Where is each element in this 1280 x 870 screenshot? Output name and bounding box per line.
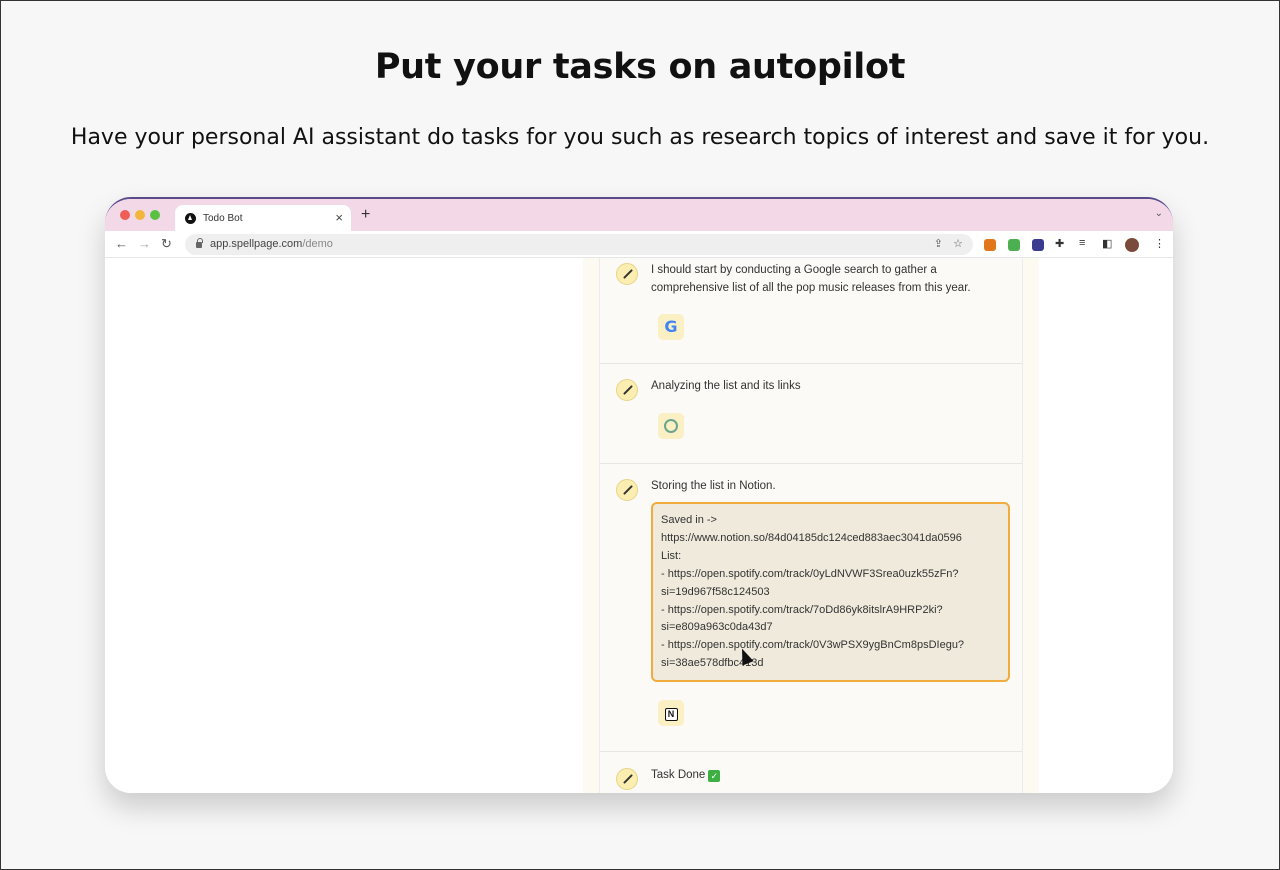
spotify-link-suffix[interactable]: si=e809a963c0da43d7 — [661, 619, 1000, 637]
magic-wand-icon — [616, 379, 638, 401]
step-text: Analyzing the list and its links — [651, 380, 801, 392]
task-done-label: Task Done — [651, 769, 706, 781]
page-headline: Put your tasks on autopilot — [374, 47, 906, 87]
spotify-link[interactable]: - https://open.spotify.com/track/7oDd86y… — [661, 602, 1000, 620]
todo-bot-favicon-icon — [185, 212, 196, 224]
star-icon[interactable]: ☆ — [953, 234, 963, 255]
step-text: I should start by conducting a Google se… — [651, 261, 971, 297]
notion-icon: N — [658, 700, 684, 726]
share-icon[interactable]: ⇪ — [934, 234, 943, 255]
spotify-link[interactable]: - https://open.spotify.com/track/0yLdNVW… — [661, 566, 1000, 584]
tab-todo-bot[interactable]: Todo Bot × — [175, 205, 351, 231]
reading-list-icon[interactable]: ≡ — [1079, 237, 1085, 249]
reload-icon[interactable]: ↻ — [161, 236, 172, 252]
tab-close-icon[interactable]: × — [335, 210, 343, 225]
extension-purple-icon[interactable] — [1032, 239, 1044, 251]
address-bar: ← → ↻ app.spellpage.com/demo ⇪ ☆ ✚ ≡ ◧ ⋮ — [105, 231, 1173, 258]
extension-green-icon[interactable] — [1008, 239, 1020, 251]
chevron-down-icon[interactable]: ⌄ — [1155, 208, 1163, 219]
browser-window: Todo Bot × + ⌄ ← → ↻ app.spellpage.com/d… — [105, 197, 1173, 793]
notion-link[interactable]: https://www.notion.so/84d04185dc124ced88… — [661, 530, 1000, 548]
profile-avatar[interactable] — [1125, 238, 1139, 252]
url-host: app.spellpage.com — [210, 238, 303, 250]
magic-wand-icon — [616, 768, 638, 790]
task-step: I should start by conducting a Google se… — [600, 258, 1022, 364]
close-window-button[interactable] — [120, 210, 130, 220]
new-tab-button[interactable]: + — [361, 206, 370, 224]
side-panel-icon[interactable]: ◧ — [1102, 237, 1112, 250]
saved-line: List: — [661, 549, 682, 562]
task-step: Analyzing the list and its links — [600, 364, 1022, 464]
page-content: I should start by conducting a Google se… — [105, 258, 1173, 793]
step-text-line: I should start by conducting a Google se… — [651, 264, 937, 276]
openai-icon — [658, 413, 684, 439]
task-feed: I should start by conducting a Google se… — [599, 258, 1023, 793]
lock-icon — [196, 238, 203, 248]
saved-line: Saved in -> — [661, 514, 717, 526]
step-text-line: comprehensive list of all the pop music … — [651, 282, 971, 294]
minimize-window-button[interactable] — [135, 210, 145, 220]
url-path: /demo — [302, 238, 333, 250]
more-menu-icon[interactable]: ⋮ — [1154, 237, 1165, 250]
google-icon: G — [658, 314, 684, 340]
forward-arrow-icon[interactable]: → — [138, 236, 151, 251]
step-text: Storing the list in Notion. — [651, 480, 776, 492]
page-subheadline: Have your personal AI assistant do tasks… — [70, 125, 1210, 150]
spotify-link-suffix[interactable]: si=38ae578dfbc413d — [661, 655, 1000, 673]
tab-bar: Todo Bot × + ⌄ — [105, 199, 1173, 231]
spotify-link-suffix[interactable]: si=19d967f58c124503 — [661, 584, 1000, 602]
check-mark-icon: ✓ — [708, 770, 721, 782]
metamask-icon[interactable] — [984, 239, 996, 251]
magic-wand-icon — [616, 479, 638, 501]
magic-wand-icon — [616, 263, 638, 285]
puzzle-icon[interactable]: ✚ — [1055, 237, 1064, 250]
back-arrow-icon[interactable]: ← — [115, 236, 128, 251]
url-input[interactable]: app.spellpage.com/demo ⇪ ☆ — [185, 234, 973, 255]
tab-title: Todo Bot — [203, 212, 243, 224]
spotify-link[interactable]: - https://open.spotify.com/track/0V3wPSX… — [661, 637, 1000, 655]
task-step: Task Done ✓ — [600, 752, 1022, 793]
saved-output-box: Saved in -> https://www.notion.so/84d041… — [651, 502, 1010, 682]
maximize-window-button[interactable] — [150, 210, 160, 220]
step-text: Task Done ✓ — [651, 766, 721, 784]
